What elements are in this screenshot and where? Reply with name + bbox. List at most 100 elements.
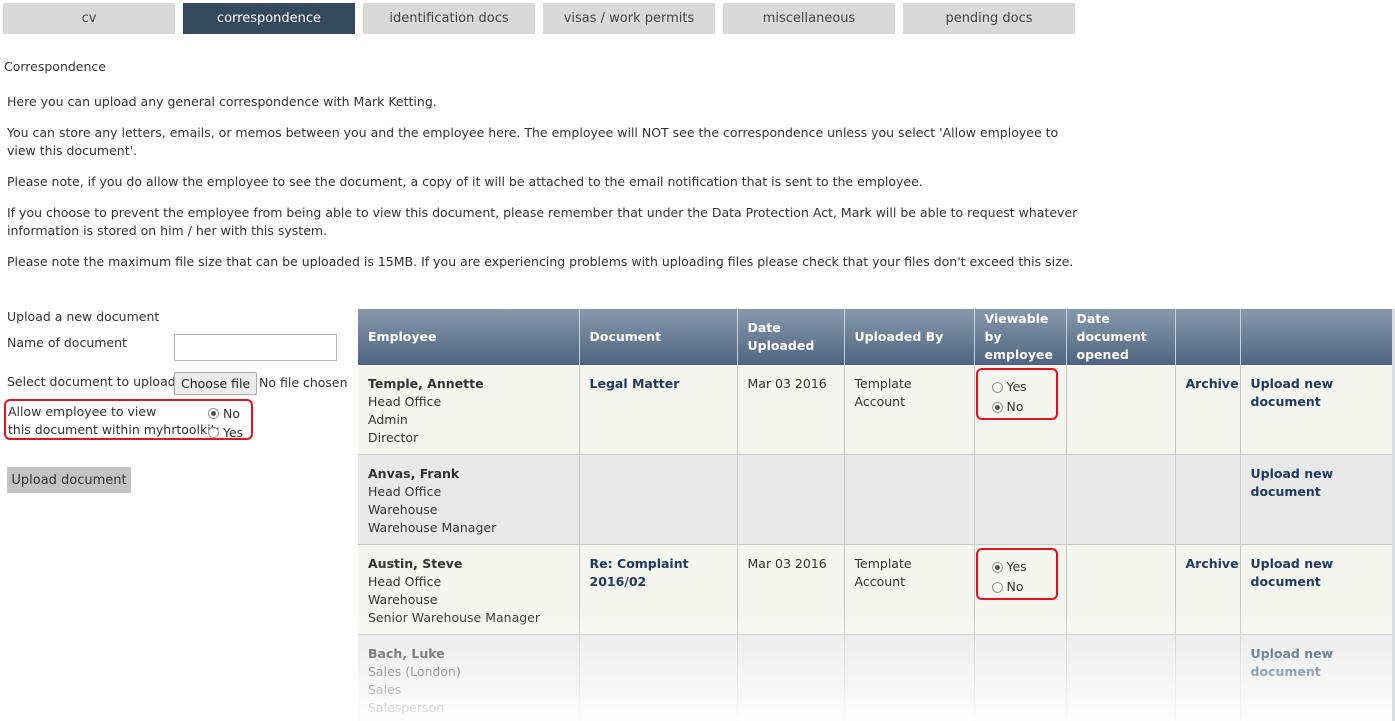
viewable-cell [974,634,1067,721]
upload-new-document-link[interactable]: Upload new document [1251,646,1334,679]
viewable-cell: Yes No [974,544,1067,635]
page-title: Correspondence [4,59,106,74]
column-header-upload [1240,309,1392,365]
radio-no-label: No [1006,399,1024,414]
column-header-date-uploaded: Date Uploaded [737,309,845,365]
employee-department: Warehouse [368,502,438,517]
document-cell [579,634,738,721]
uploaded-by-cell: Template Account [844,365,975,455]
tab-pending-docs[interactable]: pending docs [903,3,1075,34]
upload-new-document-link[interactable]: Upload new document [1251,376,1334,409]
archive-link[interactable]: Archive [1186,376,1239,391]
radio-yes-label: Yes [1006,379,1027,394]
table-row: Temple, Annette Head Office Admin Direct… [358,365,1392,455]
archive-cell [1175,454,1241,545]
tab-visas-work-permits[interactable]: visas / work permits [543,3,715,34]
date-opened-cell [1066,634,1176,721]
tab-cv[interactable]: cv [3,3,175,34]
upload-cell: Upload new document [1240,544,1392,635]
allow-employee-view-label: Allow employee to view this document wit… [8,403,220,439]
viewable-radio-group: Yes No [975,368,1058,420]
intro-paragraph: Please note, if you do allow the employe… [7,174,923,189]
archive-cell: Archive [1175,544,1241,635]
viewable-option-yes[interactable]: Yes [991,377,1056,397]
column-header-date-opened: Date document opened [1066,309,1176,365]
table-row: Anvas, Frank Head Office Warehouse Wareh… [358,454,1392,545]
employee-role: Director [368,430,419,445]
tab-miscellaneous[interactable]: miscellaneous [723,3,895,34]
employee-department: Warehouse [368,592,438,607]
document-name-input[interactable] [174,334,337,361]
employee-cell: Austin, Steve Head Office Warehouse Seni… [358,544,580,635]
document-cell [579,454,738,545]
choose-file-button[interactable]: Choose file [174,372,258,395]
uploaded-by-cell [844,634,975,721]
radio-yes-label: Yes [223,425,244,440]
table-row: Austin, Steve Head Office Warehouse Seni… [358,544,1392,635]
uploaded-by-cell [844,454,975,545]
employee-department: Sales [368,682,402,697]
allow-employee-view-group: Allow employee to view this document wit… [4,399,253,440]
date-uploaded-cell: Mar 03 2016 [737,544,845,635]
table-header-row: Employee Document Date Uploaded Uploaded… [358,309,1392,365]
upload-form-title: Upload a new document [7,309,160,324]
employee-role: Warehouse Manager [368,520,497,535]
upload-new-document-link[interactable]: Upload new document [1251,466,1334,499]
viewable-cell [974,454,1067,545]
employee-name: Bach, Luke [368,646,445,661]
date-uploaded-cell [737,454,845,545]
viewable-radio-group: Yes No [975,548,1058,600]
column-header-uploaded-by: Uploaded By [844,309,975,365]
allow-label-line: this document within myhrtoolkit: [8,422,220,437]
employee-cell: Temple, Annette Head Office Admin Direct… [358,365,580,455]
date-uploaded-cell: Mar 03 2016 [737,365,845,455]
upload-new-document-link[interactable]: Upload new document [1251,556,1334,589]
radio-yes[interactable] [991,381,1003,393]
intro-paragraph: Here you can upload any general correspo… [7,94,437,109]
allow-option-yes[interactable]: Yes [208,423,243,442]
archive-link[interactable]: Archive [1186,556,1239,571]
document-link[interactable]: Legal Matter [590,376,680,391]
date-opened-cell [1066,544,1176,635]
employee-role: Salesperson [368,700,445,715]
intro-paragraph: You can store any letters, emails, or me… [7,125,1059,158]
table-row: Bach, Luke Sales (London) Sales Salesper… [358,634,1392,721]
uploaded-by-cell: Template Account [844,544,975,635]
tab-correspondence[interactable]: correspondence [183,3,355,34]
viewable-cell: Yes No [974,365,1067,455]
radio-yes[interactable] [991,561,1003,573]
upload-document-button[interactable]: Upload document [7,467,131,493]
radio-yes[interactable] [208,427,219,438]
employee-cell: Bach, Luke Sales (London) Sales Salesper… [358,634,580,721]
date-opened-cell [1066,454,1176,545]
radio-no[interactable] [991,581,1003,593]
documents-table-container: Employee Document Date Uploaded Uploaded… [358,309,1392,721]
employee-department: Admin [368,412,408,427]
employee-location: Head Office [368,394,442,409]
archive-cell [1175,634,1241,721]
select-document-label: Select document to upload: [7,374,180,389]
date-uploaded-cell [737,634,845,721]
viewable-option-yes[interactable]: Yes [991,557,1056,577]
upload-cell: Upload new document [1240,365,1392,455]
date-opened-cell [1066,365,1176,455]
employee-role: Senior Warehouse Manager [368,610,541,625]
viewable-option-no[interactable]: No [991,577,1056,597]
column-header-document: Document [579,309,738,365]
document-link[interactable]: Re: Complaint 2016/02 [590,556,689,589]
radio-no-label: No [223,406,240,421]
intro-paragraph: If you choose to prevent the employee fr… [7,205,1078,238]
employee-location: Head Office [368,484,442,499]
column-header-archive [1175,309,1241,365]
upload-cell: Upload new document [1240,454,1392,545]
radio-no-label: No [1006,579,1024,594]
document-cell: Legal Matter [579,365,738,455]
employee-location: Head Office [368,574,442,589]
tab-bar: cv correspondence identification docs vi… [3,3,1083,34]
radio-yes-label: Yes [1006,559,1027,574]
tab-identification-docs[interactable]: identification docs [363,3,535,34]
allow-option-no[interactable]: No [208,404,243,423]
viewable-option-no[interactable]: No [991,397,1056,417]
radio-no[interactable] [208,408,219,419]
radio-no[interactable] [991,401,1003,413]
